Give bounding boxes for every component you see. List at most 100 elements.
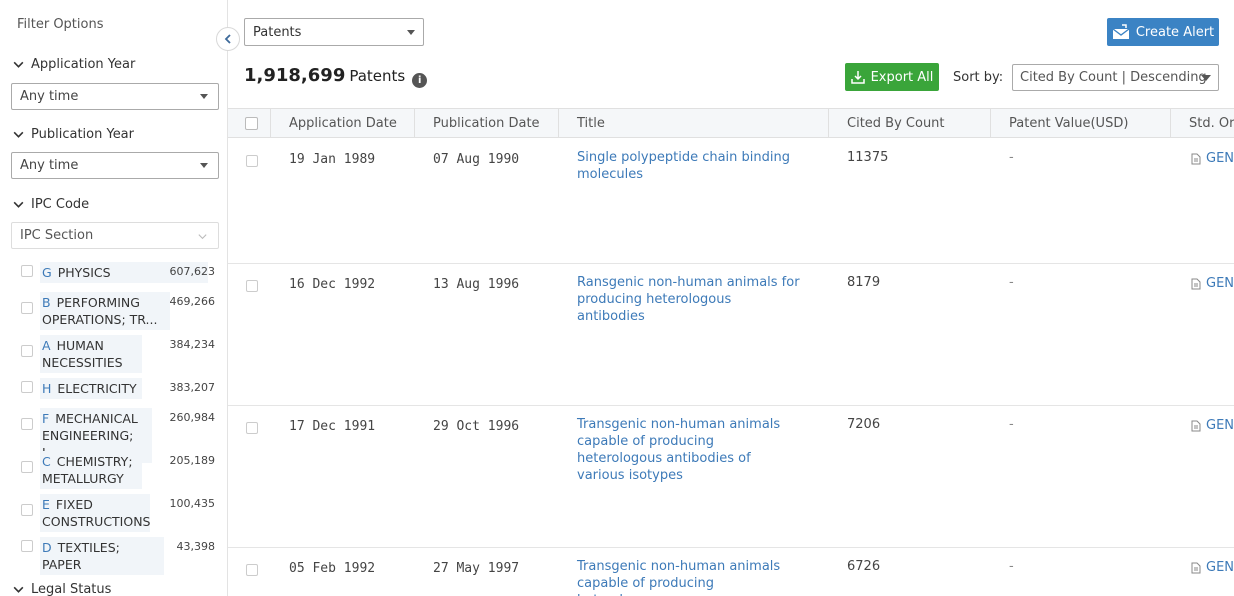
ipc-checkbox[interactable] — [21, 265, 33, 277]
ipc-name-cont: OPERATIONS; TR... — [42, 312, 157, 327]
ipc-code: B — [42, 295, 51, 310]
column-header-title[interactable]: Title — [559, 109, 829, 138]
ipc-count: 100,435 — [170, 497, 216, 510]
std-original-label: GEN — [1206, 417, 1234, 434]
ipc-name-cont: METALLURGY — [42, 471, 124, 486]
ipc-name-cont: NECESSITIES — [42, 355, 123, 370]
column-header-cited-by-count[interactable]: Cited By Count — [829, 109, 991, 138]
ipc-section-select[interactable]: IPC Section — [11, 222, 219, 249]
filter-sidebar: Filter Options Application Year Any time… — [0, 0, 228, 596]
publication-year-select[interactable]: Any time — [11, 152, 219, 179]
application-year-select[interactable]: Any time — [11, 83, 219, 110]
patent-title-link[interactable]: Ransgenic non-human animals for producin… — [577, 274, 802, 325]
ipc-checkbox[interactable] — [21, 381, 33, 393]
ipc-item-g[interactable]: GPHYSICS 607,623 — [18, 262, 218, 282]
publication-year-toggle[interactable]: Publication Year — [12, 127, 134, 142]
table-row[interactable]: 17 Dec 1991 29 Oct 1996 Transgenic non-h… — [228, 406, 1234, 548]
create-alert-label: Create Alert — [1136, 25, 1214, 40]
ipc-item-b[interactable]: BPERFORMINGOPERATIONS; TR... 469,266 — [18, 292, 218, 328]
patent-value: - — [1009, 558, 1014, 575]
ipc-item-h[interactable]: HELECTRICITY 383,207 — [18, 378, 218, 398]
column-header-publication-date[interactable]: Publication Date — [415, 109, 559, 138]
results-panel: Patents Create Alert 1,918,699 Patents i… — [228, 0, 1234, 596]
table-row[interactable]: 16 Dec 1992 13 Aug 1996 Ransgenic non-hu… — [228, 264, 1234, 406]
application-year-toggle[interactable]: Application Year — [12, 57, 135, 72]
legal-status-label: Legal Status — [31, 582, 111, 596]
ipc-item-c[interactable]: CCHEMISTRY;METALLURGY 205,189 — [18, 451, 218, 487]
std-original-link[interactable]: GEN — [1191, 150, 1234, 167]
info-icon[interactable]: i — [412, 73, 427, 88]
ipc-code: A — [42, 338, 51, 353]
std-original-link[interactable]: GEN — [1191, 559, 1234, 576]
ipc-name: TEXTILES; PAPER — [42, 540, 120, 572]
row-checkbox[interactable] — [246, 564, 258, 576]
patent-title-link[interactable]: Transgenic non-human animals capable of … — [577, 558, 802, 596]
patent-value: - — [1009, 274, 1014, 291]
ipc-count: 384,234 — [170, 338, 216, 351]
column-header-patent-value[interactable]: Patent Value(USD) — [991, 109, 1171, 138]
patent-title-link[interactable]: Transgenic non-human animals capable of … — [577, 416, 802, 484]
document-icon — [1191, 562, 1201, 574]
chevron-down-icon — [12, 128, 25, 141]
column-header-application-date[interactable]: Application Date — [271, 109, 415, 138]
ipc-checkbox[interactable] — [21, 345, 33, 357]
application-year-label: Application Year — [31, 57, 135, 72]
sort-by-value: Cited By Count | Descending — [1020, 70, 1207, 85]
document-type-select[interactable]: Patents — [244, 18, 424, 46]
ipc-count: 469,266 — [170, 295, 216, 308]
document-icon — [1191, 420, 1201, 432]
legal-status-toggle[interactable]: Legal Status — [12, 582, 111, 596]
ipc-name: CHEMISTRY; — [57, 454, 133, 469]
table-row[interactable]: 19 Jan 1989 07 Aug 1990 Single polypepti… — [228, 139, 1234, 264]
ipc-code: H — [42, 381, 51, 396]
create-alert-button[interactable]: Create Alert — [1107, 18, 1219, 46]
ipc-code: G — [42, 265, 52, 280]
ipc-checkbox[interactable] — [21, 461, 33, 473]
ipc-checkbox[interactable] — [21, 302, 33, 314]
row-checkbox[interactable] — [246, 422, 258, 434]
ipc-item-d[interactable]: DTEXTILES; PAPER 43,398 — [18, 537, 218, 557]
export-all-button[interactable]: Export All — [845, 63, 939, 91]
ipc-code-toggle[interactable]: IPC Code — [12, 197, 89, 212]
patent-title-link[interactable]: Single polypeptide chain binding molecul… — [577, 149, 802, 183]
ipc-checkbox[interactable] — [21, 504, 33, 516]
table-row[interactable]: 05 Feb 1992 27 May 1997 Transgenic non-h… — [228, 548, 1234, 596]
application-year-value: Any time — [20, 89, 78, 104]
ipc-checkbox[interactable] — [21, 540, 33, 552]
cited-by-count: 7206 — [847, 416, 880, 433]
download-icon — [851, 70, 865, 84]
result-count-number: 1,918,699 — [244, 65, 345, 86]
ipc-name-cont: CONSTRUCTIONS — [42, 514, 151, 529]
ipc-checkbox[interactable] — [21, 418, 33, 430]
caret-down-icon — [407, 30, 415, 35]
std-original-link[interactable]: GEN — [1191, 275, 1234, 292]
ipc-code: C — [42, 454, 51, 469]
ipc-item-e[interactable]: EFIXEDCONSTRUCTIONS 100,435 — [18, 494, 218, 530]
collapse-sidebar-button[interactable] — [216, 27, 240, 51]
row-checkbox[interactable] — [246, 280, 258, 292]
result-count-unit: Patents — [349, 67, 405, 85]
std-original-link[interactable]: GEN — [1191, 417, 1234, 434]
ipc-code: D — [42, 540, 52, 555]
result-count: 1,918,699 Patents i — [244, 65, 427, 86]
document-type-value: Patents — [253, 25, 301, 40]
std-original-label: GEN — [1206, 559, 1234, 576]
sort-by-select[interactable]: Cited By Count | Descending — [1012, 64, 1219, 91]
select-all-checkbox[interactable] — [245, 117, 258, 130]
column-header-std-original[interactable]: Std. Ori — [1171, 109, 1234, 138]
row-checkbox[interactable] — [246, 155, 258, 167]
publication-date: 27 May 1997 — [433, 560, 519, 577]
ipc-name: MECHANICAL — [55, 411, 138, 426]
ipc-count: 383,207 — [170, 381, 216, 394]
ipc-code: E — [42, 497, 50, 512]
publication-date: 07 Aug 1990 — [433, 151, 519, 168]
publication-year-label: Publication Year — [31, 127, 134, 142]
application-date: 05 Feb 1992 — [289, 560, 375, 577]
ipc-item-f[interactable]: FMECHANICALENGINEERING; L... 260,984 — [18, 408, 218, 444]
ipc-item-a[interactable]: AHUMANNECESSITIES 384,234 — [18, 335, 218, 371]
application-date: 17 Dec 1991 — [289, 418, 375, 435]
application-date: 16 Dec 1992 — [289, 276, 375, 293]
ipc-code: F — [42, 411, 49, 426]
export-all-label: Export All — [871, 70, 934, 85]
caret-down-icon — [200, 94, 208, 99]
